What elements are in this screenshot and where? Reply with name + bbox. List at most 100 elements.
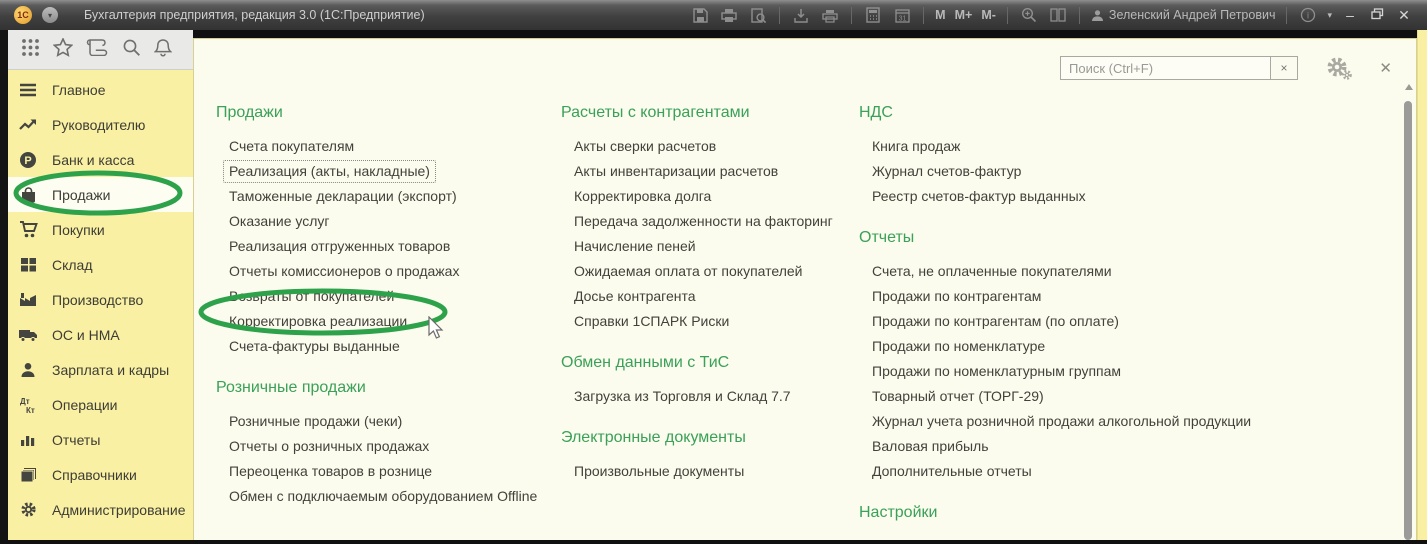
section-obmen-tis: Обмен данными с ТиС Загрузка из Торговля… [561, 354, 853, 409]
panel-close-icon[interactable]: ✕ [1379, 59, 1392, 77]
apps-grid-icon[interactable] [21, 38, 40, 62]
menu-item[interactable]: Продажи по номенклатурным группам [859, 359, 1399, 384]
sidebar-item-glavnoe[interactable]: Главное [0, 72, 193, 107]
attach-icon[interactable] [791, 5, 811, 25]
menu-item[interactable]: Продажи по контрагентам (по оплате) [859, 309, 1399, 334]
send-print-icon[interactable] [820, 5, 840, 25]
calculator-icon[interactable] [863, 5, 883, 25]
svg-text:Дт: Дт [20, 397, 30, 406]
menu-item[interactable]: Продажи по номенклатуре [859, 334, 1399, 359]
section-title: Отчеты [859, 229, 915, 246]
menu-item[interactable]: Дополнительные отчеты [859, 459, 1399, 484]
memory-plus-button[interactable]: M+ [955, 8, 973, 22]
sidebar-item-administrirovanie[interactable]: Администрирование [0, 492, 193, 527]
sidebar-item-otchety[interactable]: Отчеты [0, 422, 193, 457]
main-menu-button[interactable]: ▾ [42, 7, 58, 23]
sidebar-item-bank-i-kassa[interactable]: P Банк и касса [0, 142, 193, 177]
zoom-in-icon[interactable] [1019, 5, 1039, 25]
menu-item[interactable]: Счета покупателям [216, 134, 556, 159]
sidebar-item-zarplata-i-kadry[interactable]: Зарплата и кадры [0, 352, 193, 387]
print-preview-icon[interactable] [748, 5, 768, 25]
save-icon[interactable] [690, 5, 710, 25]
menu-item[interactable]: Справки 1СПАРК Риски [561, 309, 853, 334]
cart-icon [18, 220, 38, 240]
menu-item[interactable]: Реализация отгруженных товаров [216, 234, 556, 259]
print-icon[interactable] [719, 5, 739, 25]
menu-item[interactable]: Возвраты от покупателей [216, 284, 556, 309]
sidebar-item-proizvodstvo[interactable]: Производство [0, 282, 193, 317]
menu-item[interactable]: Товарный отчет (ТОРГ-29) [859, 384, 1399, 409]
menu-item-realizatsiya[interactable]: Реализация (акты, накладные) [216, 159, 556, 184]
section-otchety: Отчеты Счета, не оплаченные покупателями… [859, 229, 1399, 484]
scroll-up-arrow-icon[interactable] [1404, 84, 1413, 90]
menu-item[interactable]: Журнал учета розничной продажи алкогольн… [859, 409, 1399, 434]
sidebar-item-pokupki[interactable]: Покупки [0, 212, 193, 247]
menu-item[interactable]: Розничные продажи (чеки) [216, 409, 556, 434]
restore-button[interactable] [1368, 7, 1386, 23]
sales-bag-icon [18, 185, 38, 205]
menu-item[interactable]: Счета-фактуры выданные [216, 334, 556, 359]
chevron-down-icon[interactable]: ▾ [1327, 10, 1332, 21]
menu-item[interactable]: Оказание услуг [216, 209, 556, 234]
menu-item[interactable]: Акты инвентаризации расчетов [561, 159, 853, 184]
sidebar-item-spravochniki[interactable]: Справочники [0, 457, 193, 492]
info-icon[interactable]: i [1298, 5, 1318, 25]
svg-text:i: i [1307, 11, 1309, 21]
memory-button[interactable]: M [935, 8, 945, 22]
user-name: Зеленский Андрей Петрович [1108, 8, 1276, 22]
sidebar-item-operacii[interactable]: Дт Кт Операции [0, 387, 193, 422]
menu-item[interactable]: Начисление пеней [561, 234, 853, 259]
menu-item[interactable]: Продажи по контрагентам [859, 284, 1399, 309]
scrollbar-thumb[interactable] [1404, 101, 1412, 540]
memory-minus-button[interactable]: M- [981, 8, 996, 22]
right-edge-strip [1417, 30, 1427, 540]
history-scroll-icon[interactable] [86, 38, 108, 61]
dt-kt-icon: Дт Кт [18, 395, 38, 415]
notifications-bell-icon[interactable] [153, 38, 173, 62]
close-button[interactable]: ✕ [1395, 7, 1413, 24]
menu-item[interactable]: Переоценка товаров в рознице [216, 459, 556, 484]
section-title: Настройки [859, 504, 938, 521]
trend-arrow-icon [18, 115, 38, 135]
search-clear-button[interactable]: × [1270, 56, 1298, 80]
minimize-button[interactable]: – [1341, 7, 1359, 23]
split-panels-icon[interactable] [1048, 5, 1068, 25]
menu-item[interactable]: Корректировка долга [561, 184, 853, 209]
sidebar-item-os-i-nma[interactable]: ОС и НМА [0, 317, 193, 352]
menu-item[interactable]: Ожидаемая оплата от покупателей [561, 259, 853, 284]
search-icon[interactable] [122, 38, 141, 62]
favorites-star-icon[interactable] [52, 36, 74, 62]
menu-item[interactable]: Обмен с подключаемым оборудованием Offli… [216, 484, 556, 509]
menu-item[interactable]: Произвольные документы [561, 459, 853, 484]
section-title: НДС [859, 104, 893, 121]
menu-item[interactable]: Книга продаж [859, 134, 1399, 159]
calendar-icon[interactable]: 31 [892, 5, 912, 25]
bank-ruble-icon: P [18, 150, 38, 170]
menu-item-korrektirovka-realizatsii[interactable]: Корректировка реализации [216, 309, 556, 334]
menu-item[interactable]: Таможенные декларации (экспорт) [216, 184, 556, 209]
user-icon [1091, 9, 1103, 21]
sidebar-item-rukovoditelyu[interactable]: Руководителю [0, 107, 193, 142]
current-user-button[interactable]: Зеленский Андрей Петрович [1091, 8, 1276, 22]
app-logo-1c-icon: 1С [14, 6, 32, 24]
menu-item[interactable]: Досье контрагента [561, 284, 853, 309]
menu-item[interactable]: Передача задолженности на факторинг [561, 209, 853, 234]
menu-item[interactable]: Валовая прибыль [859, 434, 1399, 459]
screen-left-edge [0, 30, 8, 540]
search-input[interactable] [1060, 56, 1270, 80]
menu-item[interactable]: Отчеты комиссионеров о продажах [216, 259, 556, 284]
settings-gears-icon[interactable] [1324, 56, 1354, 82]
menu-item[interactable]: Акты сверки расчетов [561, 134, 853, 159]
menu-item[interactable]: Реестр счетов-фактур выданных [859, 184, 1399, 209]
menu-item[interactable]: Загрузка из Торговля и Склад 7.7 [561, 384, 853, 409]
svg-text:P: P [24, 155, 31, 167]
menu-column-2: Расчеты с контрагентами Акты сверки расч… [561, 104, 853, 504]
sidebar-item-prodazhi[interactable]: Продажи [0, 177, 193, 212]
menu-item[interactable]: Отчеты о розничных продажах [216, 434, 556, 459]
vertical-scrollbar[interactable] [1404, 84, 1413, 540]
menu-column-3: НДС Книга продаж Журнал счетов-фактур Ре… [859, 104, 1399, 544]
menu-item[interactable]: Журнал счетов-фактур [859, 159, 1399, 184]
sidebar-item-sklad[interactable]: Склад [0, 247, 193, 282]
menu-item[interactable]: Счета, не оплаченные покупателями [859, 259, 1399, 284]
section-nastroyki: Настройки [859, 504, 1399, 524]
